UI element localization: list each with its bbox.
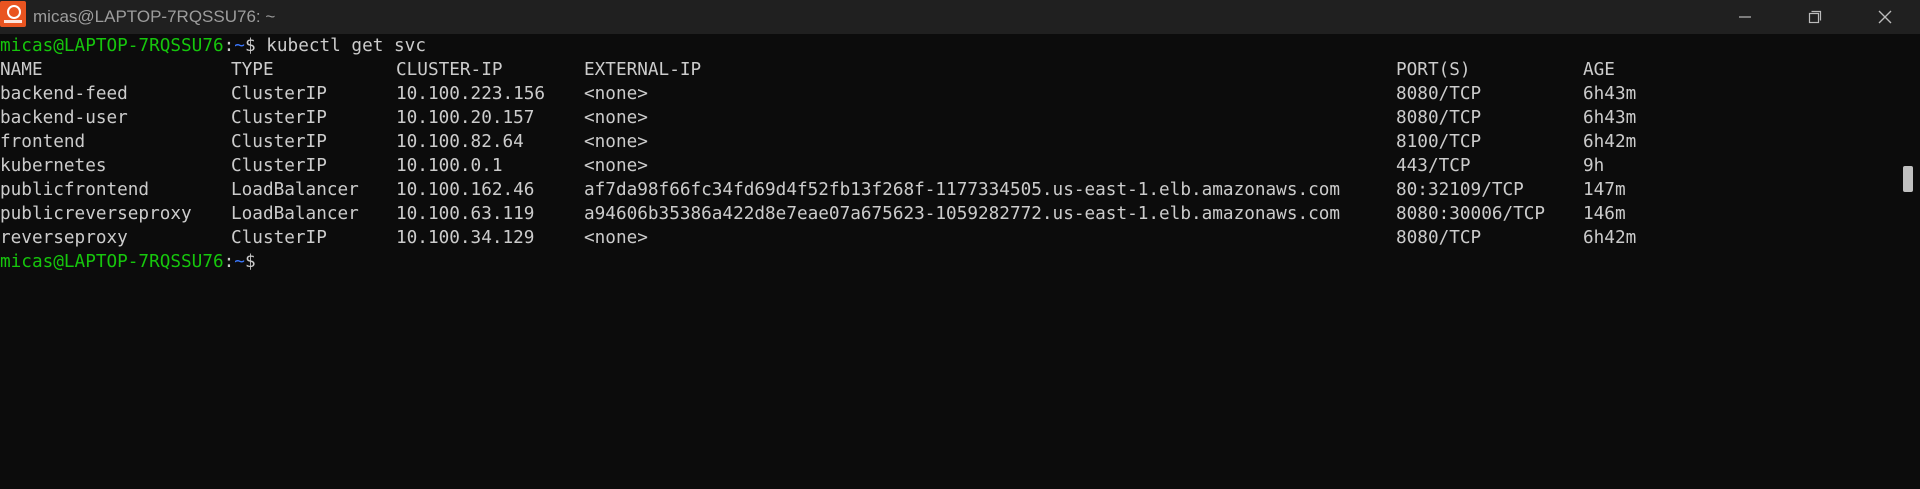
table-row: backend-user ClusterIP 10.100.20.157 <no… [0, 106, 1800, 130]
cell-cluster-ip: 10.100.34.129 [396, 228, 535, 248]
cell-age: 6h42m [1583, 228, 1637, 248]
close-button[interactable] [1850, 0, 1920, 34]
restore-icon [1808, 10, 1822, 24]
cell-type: LoadBalancer [231, 180, 359, 200]
cell-ports: 80:32109/TCP [1396, 180, 1524, 200]
table-row: frontend ClusterIP 10.100.82.64 <none> 8… [0, 130, 1800, 154]
prompt-dollar: $ [244, 252, 256, 272]
close-icon [1878, 10, 1892, 24]
prompt-dollar: $ [244, 36, 256, 56]
cell-type: LoadBalancer [231, 204, 359, 224]
window-title: micas@LAPTOP-7RQSSU76: ~ [33, 7, 276, 26]
cell-name: frontend [0, 132, 86, 152]
cell-ports: 8080/TCP [1396, 108, 1482, 128]
restore-button[interactable] [1780, 0, 1850, 34]
prompt-path: ~ [234, 252, 245, 272]
cell-cluster-ip: 10.100.63.119 [396, 204, 535, 224]
cell-cluster-ip: 10.100.223.156 [396, 84, 546, 104]
cell-ports: 8100/TCP [1396, 132, 1482, 152]
cell-external-ip: <none> [584, 228, 648, 248]
table-row: reverseproxy ClusterIP 10.100.34.129 <no… [0, 226, 1800, 250]
header-type: TYPE [231, 60, 274, 80]
terminal-output[interactable]: micas@LAPTOP-7RQSSU76:~$ kubectl get svc… [0, 34, 1900, 489]
header-external-ip: EXTERNAL-IP [584, 60, 702, 80]
current-prompt[interactable]: micas@LAPTOP-7RQSSU76:~$ [0, 250, 256, 274]
cell-type: ClusterIP [231, 228, 327, 248]
ubuntu-icon[interactable] [0, 1, 26, 27]
prompt-path: ~ [234, 36, 245, 56]
table-row: backend-feed ClusterIP 10.100.223.156 <n… [0, 82, 1800, 106]
cell-external-ip: af7da98f66fc34fd69d4f52fb13f268f-1177334… [584, 180, 1341, 200]
cell-name: backend-user [0, 108, 128, 128]
cell-type: ClusterIP [231, 84, 327, 104]
header-cluster-ip: CLUSTER-IP [396, 60, 503, 80]
prompt-user-host: micas@LAPTOP-7RQSSU76 [0, 252, 224, 272]
prompt-separator: : [223, 252, 235, 272]
cell-name: publicfrontend [0, 180, 150, 200]
terminal-window: micas@LAPTOP-7RQSSU76: ~ micas@LAPTOP-7R… [0, 0, 1920, 489]
command-line: micas@LAPTOP-7RQSSU76:~$ kubectl get svc [0, 34, 426, 58]
header-age: AGE [1583, 60, 1615, 80]
prompt-user-host: micas@LAPTOP-7RQSSU76 [0, 36, 224, 56]
cell-cluster-ip: 10.100.82.64 [396, 132, 524, 152]
cell-external-ip: <none> [584, 132, 648, 152]
minimize-icon [1739, 16, 1751, 18]
vertical-scrollbar[interactable] [1900, 34, 1920, 489]
cell-age: 147m [1583, 180, 1626, 200]
cell-ports: 8080/TCP [1396, 84, 1482, 104]
cell-ports: 8080/TCP [1396, 228, 1482, 248]
cell-cluster-ip: 10.100.162.46 [396, 180, 535, 200]
cell-type: ClusterIP [231, 156, 327, 176]
cell-type: ClusterIP [231, 108, 327, 128]
command-text: kubectl get svc [255, 36, 426, 56]
table-row: publicreverseproxy LoadBalancer 10.100.6… [0, 202, 1800, 226]
table-row: publicfrontend LoadBalancer 10.100.162.4… [0, 178, 1800, 202]
cell-age: 9h [1583, 156, 1605, 176]
cell-name: reverseproxy [0, 228, 128, 248]
cell-age: 146m [1583, 204, 1626, 224]
title-bar[interactable]: micas@LAPTOP-7RQSSU76: ~ [0, 0, 1920, 34]
cell-age: 6h43m [1583, 84, 1637, 104]
table-header: NAME TYPE CLUSTER-IP EXTERNAL-IP PORT(S)… [0, 58, 1800, 82]
cell-type: ClusterIP [231, 132, 327, 152]
cell-external-ip: <none> [584, 84, 648, 104]
header-name: NAME [0, 60, 43, 80]
cell-ports: 443/TCP [1396, 156, 1471, 176]
minimize-button[interactable] [1710, 0, 1780, 34]
cell-cluster-ip: 10.100.0.1 [396, 156, 503, 176]
cell-name: publicreverseproxy [0, 204, 192, 224]
cell-external-ip: <none> [584, 156, 648, 176]
header-ports: PORT(S) [1396, 60, 1471, 80]
prompt-separator: : [223, 36, 235, 56]
cell-age: 6h43m [1583, 108, 1637, 128]
scrollbar-thumb[interactable] [1903, 166, 1913, 192]
cell-external-ip: <none> [584, 108, 648, 128]
cell-ports: 8080:30006/TCP [1396, 204, 1546, 224]
cell-cluster-ip: 10.100.20.157 [396, 108, 535, 128]
cell-external-ip: a94606b35386a422d8e7eae07a675623-1059282… [584, 204, 1341, 224]
cell-name: backend-feed [0, 84, 128, 104]
cell-age: 6h42m [1583, 132, 1637, 152]
table-row: kubernetes ClusterIP 10.100.0.1 <none> 4… [0, 154, 1800, 178]
cell-name: kubernetes [0, 156, 107, 176]
